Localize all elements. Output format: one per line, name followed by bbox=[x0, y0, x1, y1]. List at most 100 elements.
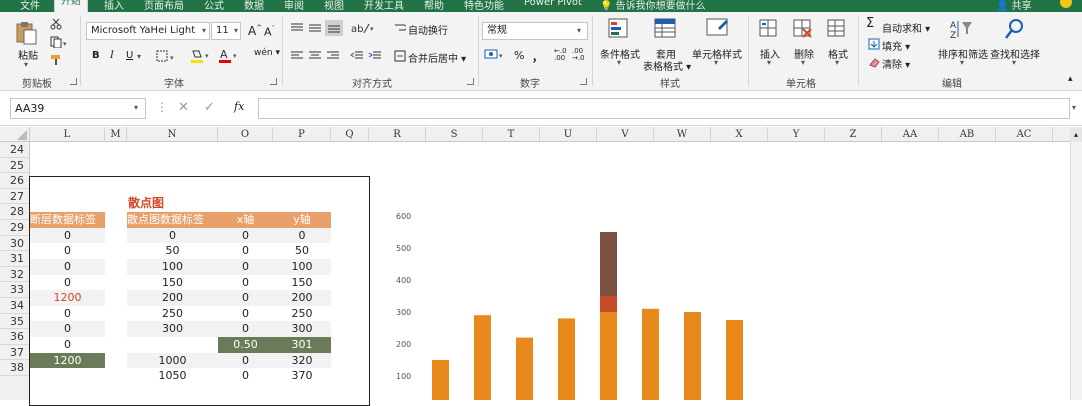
decrease-indent-icon[interactable] bbox=[350, 50, 364, 65]
col-header-Q[interactable]: Q bbox=[331, 127, 369, 142]
name-box-dropdown-icon[interactable]: ▾ bbox=[134, 103, 138, 112]
table-cell[interactable]: 50 bbox=[127, 243, 218, 259]
sort-filter-icon[interactable]: AZ bbox=[950, 18, 972, 41]
table-cell[interactable]: 150 bbox=[127, 275, 218, 291]
italic-button[interactable]: I bbox=[110, 50, 114, 61]
col-header-U[interactable]: U bbox=[540, 127, 597, 142]
fill-color-icon[interactable]: ▾ bbox=[190, 48, 212, 67]
clear-button[interactable]: 清除 ▾ bbox=[882, 56, 910, 71]
formula-input[interactable] bbox=[258, 98, 1070, 119]
format-painter-icon[interactable] bbox=[50, 54, 62, 69]
table-cell[interactable]: 0 bbox=[218, 290, 273, 306]
conditional-format-icon[interactable] bbox=[608, 18, 630, 40]
fill-icon[interactable] bbox=[868, 38, 880, 53]
delete-cells-icon[interactable] bbox=[792, 18, 814, 40]
table-cell[interactable] bbox=[30, 368, 105, 384]
row-header[interactable]: 28 bbox=[0, 204, 30, 220]
tab-view[interactable]: 视图 bbox=[324, 0, 344, 12]
comma-style-button[interactable]: ， bbox=[532, 49, 543, 65]
table-cell[interactable]: 0 bbox=[127, 227, 218, 244]
col-header-Z[interactable]: Z bbox=[825, 127, 882, 142]
font-launcher-icon[interactable] bbox=[270, 78, 277, 85]
row-header[interactable]: 33 bbox=[0, 282, 30, 298]
chart-bar[interactable] bbox=[726, 320, 743, 400]
confirm-formula-icon[interactable]: ✓ bbox=[204, 100, 215, 115]
col-header-M[interactable]: M bbox=[105, 127, 127, 142]
tab-formulas[interactable]: 公式 bbox=[204, 0, 224, 12]
tab-insert[interactable]: 插入 bbox=[104, 0, 124, 12]
collapse-ribbon-icon[interactable]: ▴ bbox=[1068, 74, 1073, 84]
col-header-AB[interactable]: AB bbox=[939, 127, 996, 142]
table-cell[interactable]: 0 bbox=[218, 259, 273, 275]
bar-chart[interactable]: 600 500 400 300 200 100 bbox=[380, 200, 760, 400]
table-cell[interactable]: 0 bbox=[218, 321, 273, 337]
col-header-V[interactable]: V bbox=[597, 127, 654, 142]
chart-bar[interactable] bbox=[558, 318, 575, 400]
col-header-AC[interactable]: AC bbox=[996, 127, 1053, 142]
smiley-icon[interactable] bbox=[1060, 0, 1072, 8]
cancel-formula-icon[interactable]: ✕ bbox=[178, 100, 189, 115]
chart-bar[interactable] bbox=[432, 360, 449, 400]
table-cell[interactable]: 1050 bbox=[127, 368, 218, 384]
left-table-header[interactable]: 断层数据标签 bbox=[30, 212, 105, 228]
row-header[interactable]: 27 bbox=[0, 189, 30, 205]
align-right-icon[interactable] bbox=[326, 50, 340, 65]
col-header-X[interactable]: X bbox=[711, 127, 768, 142]
accounting-format-icon[interactable]: ▾ bbox=[484, 48, 506, 65]
row-header[interactable]: 34 bbox=[0, 298, 30, 314]
number-format-dropdown-icon[interactable]: ▾ bbox=[577, 26, 581, 35]
underline-dropdown-icon[interactable]: ▾ bbox=[137, 52, 141, 61]
col-header-L[interactable]: L bbox=[30, 127, 105, 142]
table-cell[interactable]: 0 bbox=[30, 227, 105, 244]
tab-home[interactable]: 开始 bbox=[54, 0, 88, 12]
row-header[interactable]: 37 bbox=[0, 345, 30, 361]
table-cell[interactable] bbox=[127, 337, 218, 353]
tab-developer[interactable]: 开发工具 bbox=[364, 0, 404, 12]
vertical-scrollbar[interactable] bbox=[1070, 142, 1082, 400]
row-header[interactable]: 32 bbox=[0, 267, 30, 283]
chart-bar[interactable] bbox=[600, 312, 617, 400]
table-cell[interactable]: 300 bbox=[127, 321, 218, 337]
chart-bar[interactable] bbox=[684, 312, 701, 400]
sort-filter-dropdown-icon[interactable]: ▾ bbox=[960, 58, 964, 67]
font-size-dropdown-icon[interactable]: ▾ bbox=[234, 26, 238, 35]
col-header-T[interactable]: T bbox=[483, 127, 540, 142]
table-cell[interactable]: 100 bbox=[127, 259, 218, 275]
right-table-header-x[interactable]: x轴 bbox=[218, 212, 273, 228]
table-cell[interactable]: 0 bbox=[273, 227, 331, 244]
table-cell[interactable]: 320 bbox=[273, 352, 331, 369]
insert-cells-dropdown-icon[interactable]: ▾ bbox=[767, 58, 771, 67]
table-cell[interactable]: 0 bbox=[30, 259, 105, 275]
grow-font-button[interactable]: A^ bbox=[248, 24, 262, 38]
format-as-table-label2[interactable]: 表格格式 ▾ bbox=[643, 58, 691, 73]
insert-function-icon[interactable]: fx bbox=[234, 100, 244, 113]
table-cell[interactable]: 0.50 bbox=[218, 337, 273, 353]
format-as-table-icon[interactable] bbox=[654, 18, 676, 40]
table-cell[interactable]: 1200 bbox=[30, 352, 105, 369]
decrease-decimal-button[interactable]: .00 →.0 bbox=[572, 48, 585, 62]
find-select-dropdown-icon[interactable]: ▾ bbox=[1012, 58, 1016, 67]
underline-button[interactable]: U bbox=[126, 50, 133, 61]
wrap-text-button[interactable]: 自动换行 bbox=[408, 22, 448, 37]
table-cell[interactable]: 0 bbox=[30, 275, 105, 291]
col-header-S[interactable]: S bbox=[426, 127, 483, 142]
table-cell[interactable]: 200 bbox=[273, 290, 331, 306]
col-header-AA[interactable]: AA bbox=[882, 127, 939, 142]
table-cell[interactable]: 300 bbox=[273, 321, 331, 337]
col-header-R[interactable]: R bbox=[369, 127, 426, 142]
chart-bar-break[interactable] bbox=[600, 296, 617, 312]
row-header[interactable]: 26 bbox=[0, 173, 30, 189]
row-header[interactable]: 31 bbox=[0, 251, 30, 267]
table-cell[interactable]: 1200 bbox=[30, 290, 105, 306]
table-cell[interactable]: 250 bbox=[273, 306, 331, 322]
orientation-icon[interactable]: ab ▾ bbox=[350, 21, 376, 38]
merge-center-icon[interactable] bbox=[394, 50, 406, 65]
name-box[interactable]: AA39 bbox=[10, 98, 146, 119]
copy-icon[interactable]: ▾ bbox=[50, 36, 68, 51]
right-table-header-y[interactable]: y轴 bbox=[273, 212, 331, 228]
wrap-text-icon[interactable] bbox=[394, 22, 407, 37]
row-header[interactable]: 38 bbox=[0, 360, 30, 376]
select-all-corner[interactable] bbox=[0, 127, 30, 142]
tab-review[interactable]: 审阅 bbox=[284, 0, 304, 12]
percent-style-button[interactable]: % bbox=[514, 49, 524, 62]
